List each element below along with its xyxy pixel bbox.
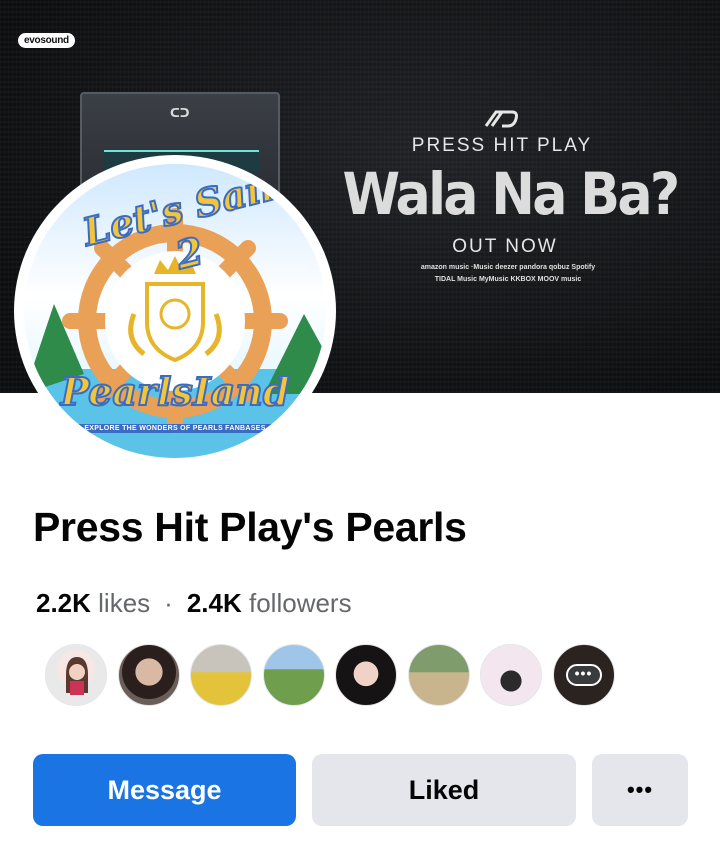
- press-hit-play-logo-icon: [484, 110, 518, 128]
- cover-store-logos: amazon music ·Music deezer pandora qobuz…: [390, 262, 626, 286]
- cover-out-now: OUT NOW: [452, 236, 558, 257]
- likes-stat[interactable]: 2.2K likes: [36, 588, 150, 618]
- followers-stat[interactable]: 2.4K followers: [187, 588, 352, 618]
- page-stats: 2.2K likes · 2.4K followers: [36, 588, 352, 619]
- friend-avatar[interactable]: [262, 644, 325, 706]
- followers-label: followers: [249, 588, 352, 618]
- friend-avatar[interactable]: [117, 644, 180, 706]
- profile-picture-bottom-text: PearlsIand: [60, 368, 291, 415]
- more-friends-button[interactable]: •••: [552, 644, 615, 706]
- evosound-logo: evosound: [18, 30, 75, 50]
- cartoon-avatar-icon: [66, 657, 88, 695]
- friend-avatar[interactable]: [480, 644, 542, 706]
- message-button[interactable]: Message: [33, 754, 296, 826]
- profile-picture-subtitle: EXPLORE THE WONDERS OF PEARLS FANBASES: [64, 424, 286, 433]
- friend-avatar[interactable]: [45, 644, 107, 706]
- more-options-button[interactable]: •••: [592, 754, 688, 826]
- cover-song-title: Wala Na Ba?: [342, 160, 681, 228]
- evosound-logo-text: evosound: [18, 32, 75, 48]
- store-logos-row-1: amazon music ·Music deezer pandora qobuz…: [420, 264, 596, 271]
- liked-button[interactable]: Liked: [312, 754, 576, 826]
- more-friends-icon: •••: [565, 664, 602, 686]
- friend-avatar[interactable]: [407, 644, 470, 706]
- device-logo-icon: ᑕᑐ: [170, 106, 190, 120]
- page-title: Press Hit Play's Pearls: [33, 504, 467, 550]
- likes-label: likes: [98, 588, 151, 618]
- friend-avatar[interactable]: [335, 644, 397, 706]
- likes-count: 2.2K: [36, 588, 91, 618]
- profile-picture[interactable]: Let's Sail 2 PearlsIand EXPLORE THE WOND…: [24, 164, 326, 458]
- store-logos-row-2: TIDAL Music MyMusic KKBOX MOOV music: [434, 276, 582, 283]
- friends-avatar-row: •••: [45, 644, 625, 706]
- followers-count: 2.4K: [186, 588, 242, 618]
- cover-kicker: PRESS HIT PLAY: [411, 135, 593, 156]
- stats-separator: ·: [164, 588, 173, 618]
- friend-avatar[interactable]: [190, 644, 252, 706]
